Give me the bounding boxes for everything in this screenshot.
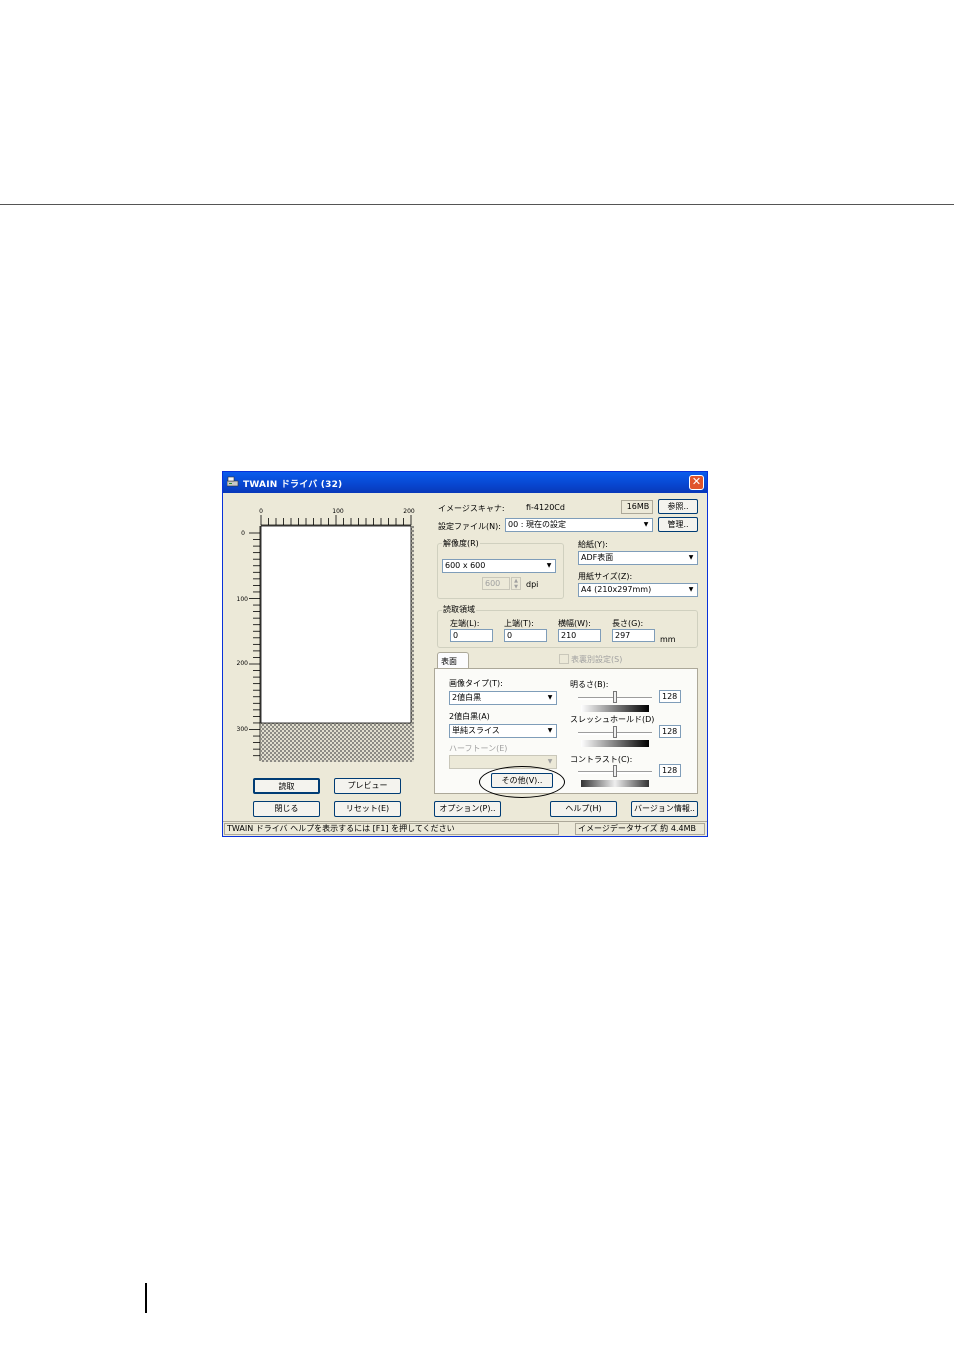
chevron-down-icon[interactable]: ▼ — [545, 726, 555, 736]
scanner-memory: 16MB — [621, 500, 653, 514]
status-size-label: イメージデータサイズ 約 — [578, 824, 669, 833]
ruler-left-100: 100 — [237, 596, 249, 603]
threshold-value[interactable]: 128 — [659, 725, 681, 738]
chevron-down-icon[interactable]: ▼ — [544, 561, 554, 571]
ruler-top-100: 100 — [332, 508, 344, 515]
status-size-cell: イメージデータサイズ 約 4.4MB — [575, 823, 705, 835]
scanner-label: イメージスキャナ: — [438, 504, 505, 513]
image-type-value: 2値白黒 — [452, 693, 482, 702]
preview-area[interactable]: 0 100 200 0 100 200 300 — [223, 493, 423, 768]
help-button[interactable]: ヘルプ(H) — [550, 801, 617, 817]
manage-button[interactable]: 管理.. — [658, 517, 698, 532]
header-rule — [0, 204, 954, 205]
threshold-gradient — [581, 740, 649, 747]
contrast-gradient — [581, 780, 649, 787]
halftone-label: ハーフトーン(E) — [449, 744, 508, 753]
close-icon[interactable]: ✕ — [689, 475, 704, 490]
dpi-unit: dpi — [526, 580, 539, 589]
version-info-button[interactable]: バージョン情報.. — [631, 801, 698, 817]
width-input[interactable]: 210 — [558, 629, 601, 642]
left-edge-input[interactable]: 0 — [450, 629, 493, 642]
chevron-down-icon[interactable]: ▼ — [545, 693, 555, 703]
preview-button[interactable]: プレビュー — [334, 778, 401, 794]
ruler-top-0: 0 — [259, 508, 263, 515]
paper-feed-select[interactable]: ADF表面 ▼ — [578, 551, 698, 565]
ruler-left-200: 200 — [237, 660, 249, 667]
settings-file-value: 00 : 現在の設定 — [508, 520, 566, 529]
ruler-left-0: 0 — [241, 530, 245, 537]
status-bar: TWAIN ドライバ ヘルプを表示するには [F1] を押してください イメージ… — [223, 821, 707, 836]
reset-button[interactable]: リセット(E) — [334, 801, 401, 817]
paper-size-value: A4 (210x297mm) — [581, 585, 652, 594]
preview-page — [260, 525, 412, 724]
binary-mode-label: 2値白黒(A) — [449, 712, 490, 721]
dpi-spin-icon[interactable]: ▲ ▼ — [511, 577, 521, 590]
brightness-label: 明るさ(B): — [570, 680, 609, 689]
width-label: 横幅(W): — [558, 619, 591, 628]
tab-front-label: 表面 — [441, 657, 457, 666]
area-unit: mm — [660, 635, 676, 644]
resolution-value: 600 x 600 — [445, 561, 486, 570]
scanner-model: fi-4120Cd — [526, 503, 565, 512]
brightness-slider[interactable] — [613, 691, 617, 703]
contrast-slider[interactable] — [613, 765, 617, 777]
settings-file-label: 設定ファイル(N): — [438, 522, 501, 531]
twain-driver-window: TWAIN ドライバ (32) ✕ 0 100 200 0 100 200 30… — [222, 471, 708, 837]
paper-size-label: 用紙サイズ(Z): — [578, 572, 633, 581]
contrast-value[interactable]: 128 — [659, 764, 681, 777]
contrast-label: コントラスト(C): — [570, 755, 633, 764]
window-title: TWAIN ドライバ (32) — [243, 480, 343, 490]
image-type-select[interactable]: 2値白黒 ▼ — [449, 691, 557, 705]
ruler-left-300: 300 — [237, 726, 249, 733]
image-type-label: 画像タイプ(T): — [449, 679, 503, 688]
brightness-gradient — [581, 705, 649, 712]
ruler-top-200: 200 — [403, 508, 415, 515]
status-help-text: TWAIN ドライバ ヘルプを表示するには [F1] を押してください — [224, 823, 559, 835]
separate-settings-checkbox[interactable] — [559, 654, 569, 664]
paper-feed-value: ADF表面 — [581, 553, 614, 562]
paper-feed-label: 給紙(Y): — [578, 540, 608, 549]
chevron-down-icon[interactable]: ▼ — [686, 585, 696, 595]
threshold-slider[interactable] — [613, 726, 617, 738]
status-size-value: 4.4MB — [670, 824, 696, 833]
margin-bar — [145, 1283, 147, 1313]
binary-mode-value: 単純スライス — [452, 726, 500, 735]
scanner-app-icon — [227, 476, 239, 487]
paper-size-select[interactable]: A4 (210x297mm) ▼ — [578, 583, 698, 597]
custom-dpi-input[interactable]: 600 — [482, 577, 510, 590]
resolution-group-label: 解像度(R) — [442, 538, 480, 549]
highlight-ellipse — [479, 766, 565, 798]
title-bar[interactable]: TWAIN ドライバ (32) ✕ — [223, 472, 707, 493]
settings-file-select[interactable]: 00 : 現在の設定 ▼ — [505, 518, 653, 532]
left-edge-label: 左端(L): — [450, 619, 480, 628]
binary-mode-select[interactable]: 単純スライス ▼ — [449, 724, 557, 738]
top-edge-label: 上端(T): — [504, 619, 534, 628]
brightness-value[interactable]: 128 — [659, 690, 681, 703]
browse-button[interactable]: 参照.. — [658, 499, 698, 514]
top-edge-input[interactable]: 0 — [504, 629, 547, 642]
scan-area-group-label: 読取領域 — [442, 604, 476, 615]
separate-settings-label: 表裏別設定(S) — [571, 655, 623, 664]
close-button[interactable]: 閉じる — [253, 801, 320, 817]
length-input[interactable]: 297 — [612, 629, 655, 642]
options-button[interactable]: オプション(P).. — [434, 801, 501, 817]
resolution-select[interactable]: 600 x 600 ▼ — [442, 559, 556, 573]
chevron-down-icon[interactable]: ▼ — [545, 757, 555, 767]
scan-button[interactable]: 読取 — [253, 778, 320, 794]
tab-front-side[interactable]: 表面 — [437, 652, 469, 668]
length-label: 長さ(G): — [612, 619, 644, 628]
chevron-down-icon[interactable]: ▼ — [686, 553, 696, 563]
threshold-label: スレッシュホールド(D) — [570, 715, 655, 724]
chevron-down-icon[interactable]: ▼ — [641, 520, 651, 530]
